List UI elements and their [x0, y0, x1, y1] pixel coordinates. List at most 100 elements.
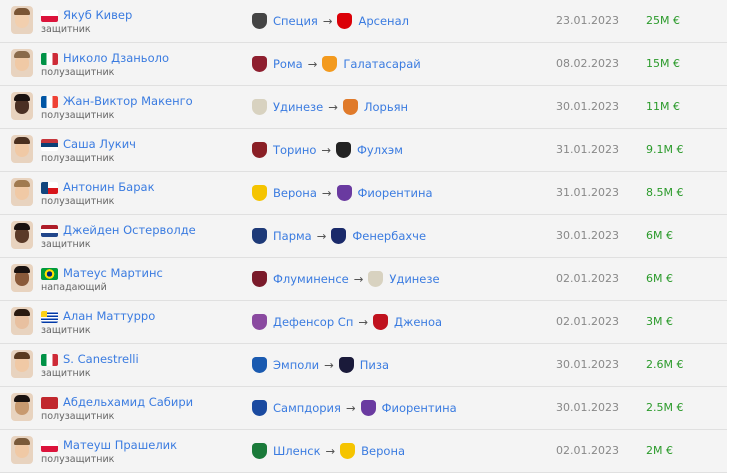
to-club-crest-icon[interactable]: [336, 142, 352, 158]
to-club-crest-icon[interactable]: [331, 228, 347, 244]
to-club-crest-icon[interactable]: [342, 99, 358, 115]
to-club-link[interactable]: Галатасарай: [343, 57, 420, 71]
transfer-row: Николо Дзаньоло полузащитник Рома → Гала…: [0, 43, 727, 86]
player-name-link[interactable]: S. Canestrelli: [63, 352, 139, 366]
to-club-link[interactable]: Фулхэм: [357, 143, 403, 157]
to-club-crest-icon[interactable]: [373, 314, 388, 330]
from-club-crest-icon[interactable]: [252, 400, 267, 416]
player-name-link[interactable]: Саша Лукич: [63, 137, 136, 151]
transfer-fee: 8.5M €: [646, 186, 684, 199]
to-club-link[interactable]: Лорьян: [364, 100, 408, 114]
player-position: защитник: [41, 368, 91, 379]
from-club-crest-icon[interactable]: [252, 314, 267, 330]
from-club-link[interactable]: Дефенсор Сп: [273, 315, 353, 329]
player-avatar[interactable]: [11, 178, 33, 206]
player-position: полузащитник: [41, 110, 115, 121]
country-flag-icon: [41, 10, 58, 22]
player-name-link[interactable]: Якуб Кивер: [63, 8, 132, 22]
from-club-link[interactable]: Сампдория: [273, 401, 341, 415]
from-club-crest-icon[interactable]: [252, 443, 267, 459]
transfer-fee: 6M €: [646, 229, 673, 242]
from-club-crest-icon[interactable]: [252, 357, 267, 373]
player-name-link[interactable]: Алан Маттурро: [63, 309, 155, 323]
transfer-date: 30.01.2023: [556, 100, 619, 113]
from-club-crest-icon[interactable]: [252, 185, 267, 201]
from-club-link[interactable]: Торино: [273, 143, 316, 157]
from-club-link[interactable]: Шленск: [273, 444, 321, 458]
transfer-row: Антонин Барак полузащитник Верона → Фиор…: [0, 172, 727, 215]
player-name-link[interactable]: Николо Дзаньоло: [63, 51, 169, 65]
to-club-crest-icon[interactable]: [337, 13, 353, 29]
player-avatar[interactable]: [11, 436, 33, 464]
transfer-row: Джейден Остерволде защитник Парма → Фене…: [0, 215, 727, 258]
from-club-link[interactable]: Верона: [273, 186, 317, 200]
player-avatar[interactable]: [11, 49, 33, 77]
to-club-link[interactable]: Пиза: [360, 358, 389, 372]
transfer-fee: 2.5M €: [646, 401, 684, 414]
player-name-link[interactable]: Джейден Остерволде: [63, 223, 196, 237]
to-club-link[interactable]: Фиорентина: [382, 401, 457, 415]
arrow-right-icon: →: [358, 315, 368, 329]
player-avatar[interactable]: [11, 350, 33, 378]
player-avatar[interactable]: [11, 393, 33, 421]
from-club-crest-icon[interactable]: [252, 99, 267, 115]
transfer-row: Алан Маттурро защитник Дефенсор Сп → Дже…: [0, 301, 727, 344]
to-club-crest-icon[interactable]: [360, 400, 376, 416]
to-club-link[interactable]: Фенербахче: [352, 229, 426, 243]
from-club-link[interactable]: Флуминенсе: [273, 272, 349, 286]
transfer-row: Абдельхамид Сабири полузащитник Сампдори…: [0, 387, 727, 430]
from-club-link[interactable]: Эмполи: [273, 358, 319, 372]
from-club-link[interactable]: Парма: [273, 229, 312, 243]
transfer-fee: 11M €: [646, 100, 680, 113]
from-club-link[interactable]: Рома: [273, 57, 303, 71]
to-club-link[interactable]: Удинезе: [389, 272, 439, 286]
transfer-clubs: Рома → Галатасарай: [252, 56, 421, 72]
to-club-crest-icon[interactable]: [340, 443, 356, 459]
from-club-crest-icon[interactable]: [252, 56, 267, 72]
player-name-link[interactable]: Матеуш Прашелик: [63, 438, 177, 452]
to-club-link[interactable]: Верона: [361, 444, 405, 458]
player-name-link[interactable]: Антонин Барак: [63, 180, 155, 194]
transfer-fee: 2M €: [646, 444, 673, 457]
to-club-crest-icon[interactable]: [322, 56, 338, 72]
arrow-right-icon: →: [328, 100, 338, 114]
transfer-fee: 25M €: [646, 14, 680, 27]
transfer-date: 30.01.2023: [556, 358, 619, 371]
from-club-link[interactable]: Специя: [273, 14, 318, 28]
to-club-crest-icon[interactable]: [368, 271, 384, 287]
to-club-link[interactable]: Арсенал: [358, 14, 408, 28]
player-position: полузащитник: [41, 67, 115, 78]
arrow-right-icon: →: [322, 14, 333, 28]
from-club-crest-icon[interactable]: [252, 13, 267, 29]
transfer-clubs: Сампдория → Фиорентина: [252, 400, 457, 416]
to-club-crest-icon[interactable]: [336, 185, 352, 201]
transfer-row: Матеуш Прашелик полузащитник Шленск → Ве…: [0, 430, 727, 473]
transfer-clubs: Шленск → Верона: [252, 443, 405, 459]
player-name-link[interactable]: Матеус Мартинс: [63, 266, 163, 280]
player-avatar[interactable]: [11, 307, 33, 335]
transfer-clubs: Флуминенсе → Удинезе: [252, 271, 440, 287]
player-avatar[interactable]: [11, 135, 33, 163]
country-flag-icon: [41, 268, 58, 280]
transfer-date: 23.01.2023: [556, 14, 619, 27]
player-avatar[interactable]: [11, 221, 33, 249]
transfer-date: 31.01.2023: [556, 143, 619, 156]
from-club-crest-icon[interactable]: [252, 271, 267, 287]
player-avatar[interactable]: [11, 6, 33, 34]
to-club-link[interactable]: Фиорентина: [358, 186, 433, 200]
country-flag-icon: [41, 96, 58, 108]
player-avatar[interactable]: [11, 264, 33, 292]
from-club-link[interactable]: Удинезе: [273, 100, 323, 114]
transfer-date: 30.01.2023: [556, 229, 619, 242]
transfer-date: 02.01.2023: [556, 272, 619, 285]
to-club-link[interactable]: Дженоа: [394, 315, 442, 329]
player-name-link[interactable]: Жан-Виктор Макенго: [63, 94, 193, 108]
from-club-crest-icon[interactable]: [252, 142, 267, 158]
player-avatar[interactable]: [11, 92, 33, 120]
country-flag-icon: [41, 440, 58, 452]
from-club-crest-icon[interactable]: [252, 228, 267, 244]
transfer-clubs: Торино → Фулхэм: [252, 142, 403, 158]
player-position: полузащитник: [41, 196, 115, 207]
player-name-link[interactable]: Абдельхамид Сабири: [63, 395, 193, 409]
to-club-crest-icon[interactable]: [338, 357, 354, 373]
